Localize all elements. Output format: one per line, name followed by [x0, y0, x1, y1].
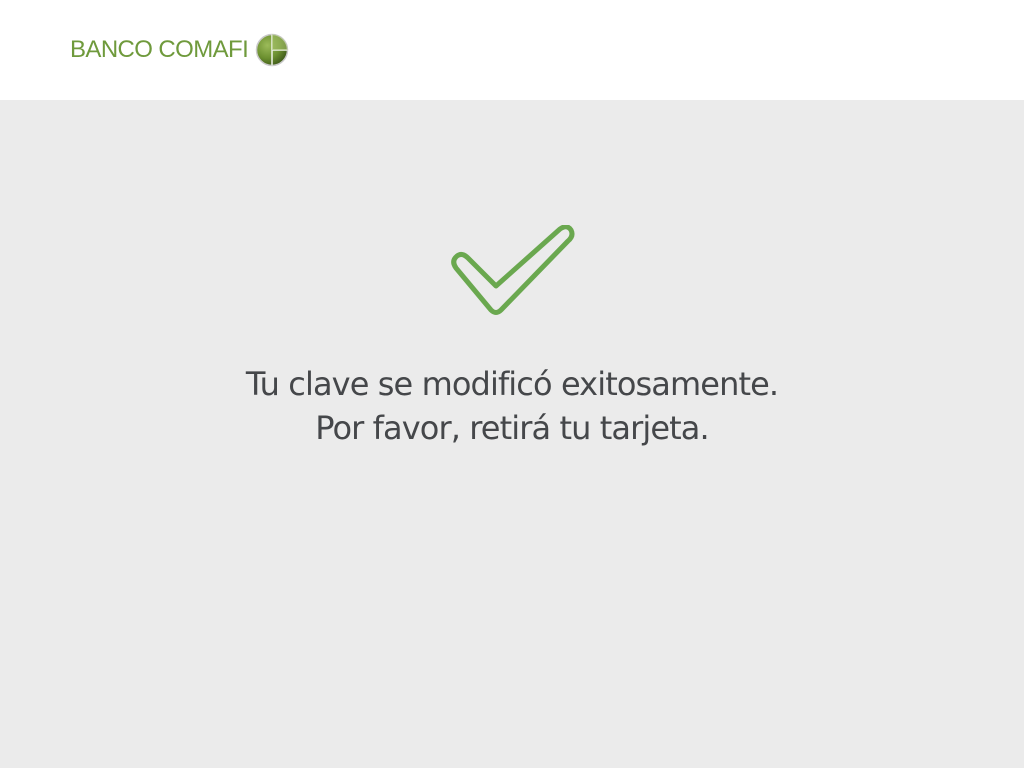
- header-bar: BANCO COMAFI: [0, 0, 1024, 100]
- success-message-line-1: Tu clave se modificó exitosamente.: [245, 365, 779, 403]
- success-message-line-2: Por favor, retirá tu tarjeta.: [315, 409, 709, 447]
- bank-logo-text: BANCO COMAFI: [70, 36, 249, 63]
- bank-logo: BANCO COMAFI: [70, 32, 289, 68]
- globe-logo-icon: [255, 33, 289, 67]
- main-content: Tu clave se modificó exitosamente. Por f…: [0, 100, 1024, 768]
- checkmark-icon: [451, 225, 575, 315]
- success-message: Tu clave se modificó exitosamente. Por f…: [0, 362, 1024, 450]
